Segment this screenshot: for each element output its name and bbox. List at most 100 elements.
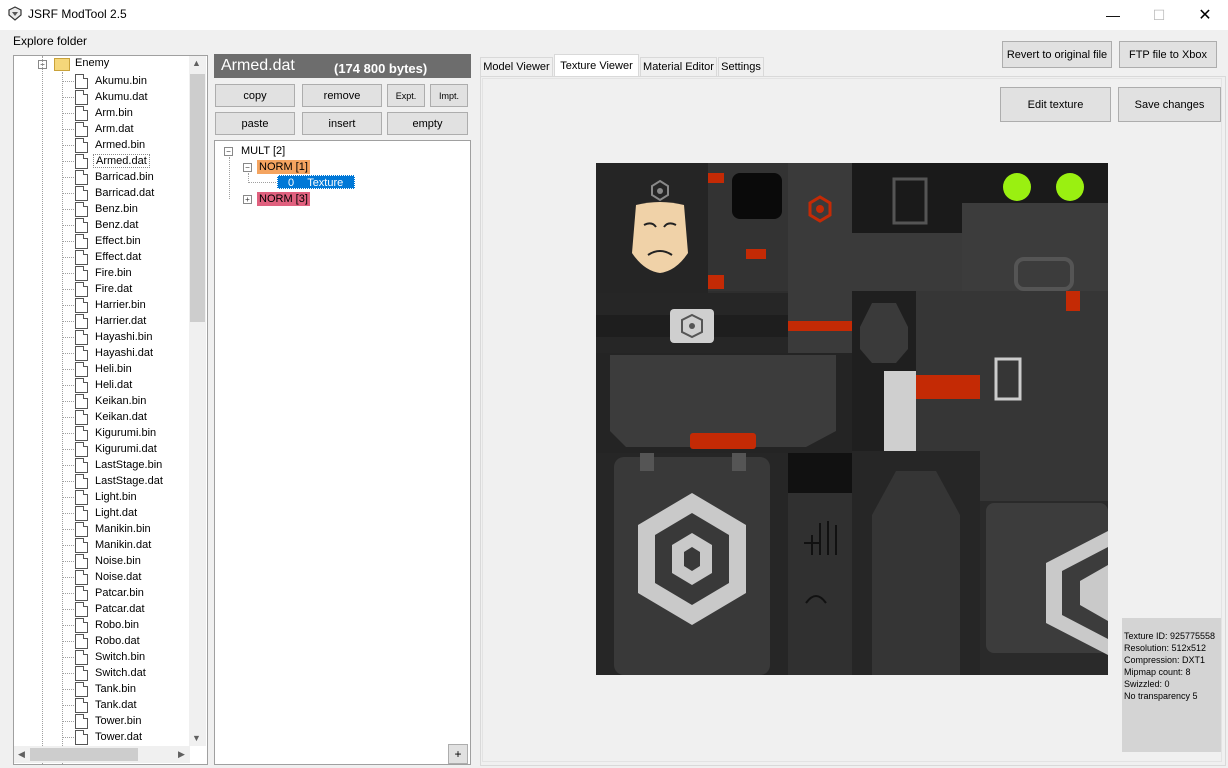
tree-file-item[interactable]: Patcar.dat — [75, 601, 147, 617]
tree-file-item[interactable]: LastStage.bin — [75, 457, 164, 473]
collapse-icon[interactable]: − — [224, 147, 233, 156]
file-icon — [75, 281, 88, 297]
tree-file-label: Hayashi.bin — [95, 331, 153, 343]
scroll-right-icon[interactable]: ▶ — [174, 747, 189, 762]
tab-texture-viewer[interactable]: Texture Viewer — [554, 54, 639, 76]
tree-file-item[interactable]: Light.dat — [75, 505, 139, 521]
tree-file-item[interactable]: Hayashi.bin — [75, 329, 154, 345]
tree-file-item[interactable]: Heli.dat — [75, 377, 134, 393]
tree-folder-enemy[interactable]: Enemy — [73, 57, 111, 69]
insert-button[interactable]: insert — [302, 112, 382, 135]
tree-file-item[interactable]: Robo.bin — [75, 617, 141, 633]
tree-file-item[interactable]: Fire.bin — [75, 265, 134, 281]
empty-button[interactable]: empty — [387, 112, 468, 135]
file-icon — [75, 121, 88, 137]
tree-file-item[interactable]: Barricad.dat — [75, 185, 156, 201]
file-icon — [75, 393, 88, 409]
minimize-button[interactable]: — — [1090, 0, 1136, 30]
tree-file-item[interactable]: Effect.dat — [75, 249, 143, 265]
tree-line — [62, 385, 74, 386]
import-button[interactable]: Impt. — [430, 84, 468, 107]
tree-file-item[interactable]: Manikin.dat — [75, 537, 153, 553]
explore-folder-menu[interactable]: Explore folder — [13, 34, 87, 48]
tree-file-label: Switch.bin — [95, 651, 146, 663]
tree-line — [62, 305, 74, 306]
expand-icon[interactable]: + — [243, 195, 252, 204]
node-tree[interactable]: − MULT [2] − NORM [1] 0 Texture + NORM [… — [214, 140, 471, 765]
tree-file-label: Tank.bin — [95, 683, 136, 695]
tab-settings[interactable]: Settings — [718, 57, 764, 76]
tree-file-item[interactable]: Tank.bin — [75, 681, 138, 697]
tree-line — [62, 641, 74, 642]
texture-swizzled: Swizzled: 0 — [1124, 679, 1170, 689]
tree-file-item[interactable]: Switch.dat — [75, 665, 148, 681]
node-mult[interactable]: MULT [2] — [239, 144, 287, 158]
tree-file-item[interactable]: Benz.bin — [75, 201, 140, 217]
tree-file-item[interactable]: LastStage.dat — [75, 473, 165, 489]
tree-file-item[interactable]: Patcar.bin — [75, 585, 146, 601]
export-button[interactable]: Expt. — [387, 84, 425, 107]
node-norm-1[interactable]: NORM [1] — [257, 160, 310, 174]
tree-file-item[interactable]: Tower.bin — [75, 713, 143, 729]
tree-file-item[interactable]: Akumu.dat — [75, 89, 150, 105]
tree-file-item[interactable]: Noise.dat — [75, 569, 143, 585]
tree-line — [62, 321, 74, 322]
close-button[interactable]: ✕ — [1182, 0, 1228, 30]
tree-file-item[interactable]: Heli.bin — [75, 361, 134, 377]
collapse-icon[interactable]: − — [243, 163, 252, 172]
tree-file-item[interactable]: Armed.bin — [75, 137, 147, 153]
tree-file-item[interactable]: Switch.bin — [75, 649, 147, 665]
tree-file-item[interactable]: Light.bin — [75, 489, 139, 505]
copy-button[interactable]: copy — [215, 84, 295, 107]
tree-file-item[interactable]: Harrier.dat — [75, 313, 148, 329]
tree-horizontal-thumb[interactable] — [30, 748, 138, 761]
tree-file-item[interactable]: Benz.dat — [75, 217, 140, 233]
node-texture[interactable]: 0 Texture — [277, 175, 355, 189]
scroll-up-icon[interactable]: ▲ — [189, 56, 204, 71]
tab-model-viewer[interactable]: Model Viewer — [480, 57, 553, 76]
tree-file-item[interactable]: Tank.dat — [75, 697, 139, 713]
tree-file-item[interactable]: Keikan.bin — [75, 393, 148, 409]
paste-button[interactable]: paste — [215, 112, 295, 135]
remove-button[interactable]: remove — [302, 84, 382, 107]
tree-file-item[interactable]: Harrier.bin — [75, 297, 148, 313]
file-icon — [75, 617, 88, 633]
tree-file-item[interactable]: Arm.bin — [75, 105, 135, 121]
tree-file-item[interactable]: Barricad.bin — [75, 169, 156, 185]
tree-file-item[interactable]: Robo.dat — [75, 633, 142, 649]
edit-texture-button[interactable]: Edit texture — [1000, 87, 1111, 122]
app-icon — [7, 6, 23, 25]
file-icon — [75, 313, 88, 329]
tree-file-item[interactable]: Tower.dat — [75, 729, 144, 745]
tree-file-label: Tower.dat — [95, 731, 143, 743]
save-changes-button[interactable]: Save changes — [1118, 87, 1221, 122]
scroll-left-icon[interactable]: ◀ — [14, 747, 29, 762]
tree-file-item[interactable]: Kigurumi.dat — [75, 441, 159, 457]
tab-material-editor[interactable]: Material Editor — [640, 57, 717, 76]
tree-file-item[interactable]: Kigurumi.bin — [75, 425, 158, 441]
tree-file-item[interactable]: Hayashi.dat — [75, 345, 155, 361]
tree-file-label: Manikin.dat — [95, 539, 152, 551]
file-tree[interactable]: − Enemy Akumu.bin Akumu.dat Arm.bin Arm.dat Ar… — [13, 55, 208, 765]
tree-file-item[interactable]: Arm.dat — [75, 121, 136, 137]
add-node-button[interactable]: + — [448, 744, 468, 764]
tree-file-item[interactable]: Manikin.bin — [75, 521, 153, 537]
tree-line — [62, 273, 74, 274]
tree-vertical-thumb[interactable] — [190, 74, 205, 322]
revert-button[interactable]: Revert to original file — [1002, 41, 1112, 68]
ftp-button[interactable]: FTP file to Xbox — [1119, 41, 1217, 68]
tree-line — [62, 737, 74, 738]
tree-file-item[interactable]: Armed.dat — [75, 153, 150, 169]
tree-file-item[interactable]: Noise.bin — [75, 553, 143, 569]
maximize-button[interactable]: ☐ — [1136, 0, 1182, 30]
node-norm-3[interactable]: NORM [3] — [257, 192, 310, 206]
scroll-down-icon[interactable]: ▼ — [189, 731, 204, 746]
tree-line — [62, 577, 74, 578]
tree-file-item[interactable]: Effect.bin — [75, 233, 143, 249]
tree-file-item[interactable]: Keikan.dat — [75, 409, 149, 425]
tree-file-label: Heli.dat — [95, 379, 133, 391]
tree-file-label: Robo.bin — [95, 619, 140, 631]
tree-file-item[interactable]: Akumu.bin — [75, 73, 149, 89]
tree-line — [62, 689, 74, 690]
tree-file-item[interactable]: Fire.dat — [75, 281, 134, 297]
